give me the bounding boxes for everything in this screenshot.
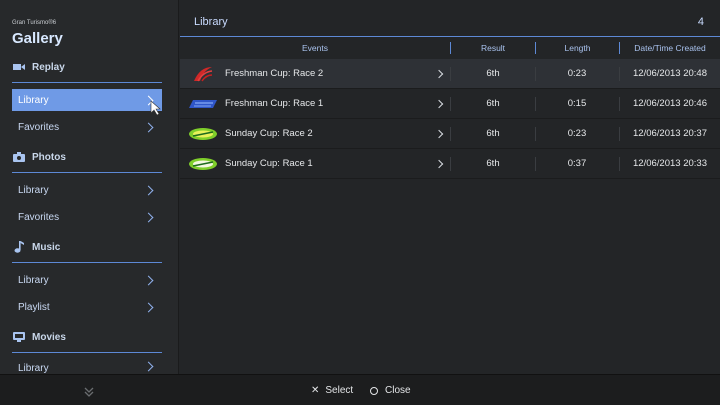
sidebar-item-photos-favorites[interactable]: Favorites bbox=[12, 206, 162, 228]
sidebar-item-label: Playlist bbox=[18, 301, 50, 313]
library-panel: Library 4 Events Result Length Date/Time… bbox=[180, 0, 720, 374]
event-name: Sunday Cup: Race 1 bbox=[225, 158, 313, 169]
scroll-down-icon[interactable] bbox=[84, 385, 94, 403]
section-label: Photos bbox=[32, 151, 66, 163]
divider bbox=[12, 82, 162, 83]
table-row[interactable]: Sunday Cup: Race 2 6th 0:23 12/06/2013 2… bbox=[180, 119, 720, 149]
replay-list: Freshman Cup: Race 2 6th 0:23 12/06/2013… bbox=[180, 59, 720, 179]
page-title: Gallery bbox=[12, 30, 63, 47]
sidebar-item-music-library[interactable]: Library bbox=[12, 269, 162, 291]
item-count: 4 bbox=[697, 16, 704, 28]
section-photos: Photos bbox=[12, 147, 66, 167]
chevron-right-icon bbox=[143, 361, 154, 372]
date-cell: 12/06/2013 20:48 bbox=[633, 68, 707, 79]
chevron-right-icon bbox=[143, 212, 154, 222]
circle-icon bbox=[370, 386, 378, 395]
divider bbox=[12, 172, 162, 173]
result-cell: 6th bbox=[486, 128, 500, 139]
column-header-date[interactable]: Date/Time Created bbox=[620, 38, 720, 58]
event-name: Sunday Cup: Race 2 bbox=[225, 128, 313, 139]
event-name: Freshman Cup: Race 1 bbox=[225, 98, 324, 109]
column-header-events[interactable]: Events bbox=[180, 38, 450, 58]
sidebar-item-music-playlist[interactable]: Playlist bbox=[12, 296, 162, 318]
length-cell: 0:23 bbox=[567, 68, 587, 79]
camera-icon bbox=[12, 151, 26, 163]
result-cell: 6th bbox=[486, 98, 500, 109]
sidebar-item-label: Library bbox=[18, 94, 49, 106]
section-replay: Replay bbox=[12, 57, 65, 77]
green-sunday-cup-logo bbox=[186, 149, 220, 178]
monitor-icon bbox=[12, 331, 26, 343]
row-chevron bbox=[434, 59, 448, 88]
date-cell: 12/06/2013 20:33 bbox=[633, 158, 707, 169]
sidebar: Gran Turismo®6 Gallery Replay Library Fa… bbox=[0, 0, 179, 374]
close-label: Close bbox=[385, 385, 411, 396]
footer-bar: ✕ Select Close bbox=[0, 374, 720, 405]
close-button[interactable]: Close bbox=[370, 385, 411, 396]
cross-icon: ✕ bbox=[311, 385, 320, 396]
sidebar-item-label: Favorites bbox=[18, 121, 60, 133]
date-cell: 12/06/2013 20:46 bbox=[633, 98, 707, 109]
sidebar-item-photos-library[interactable]: Library bbox=[12, 179, 162, 201]
length-cell: 0:23 bbox=[567, 128, 587, 139]
sidebar-item-replay-favorites[interactable]: Favorites bbox=[12, 116, 162, 138]
row-chevron bbox=[434, 89, 448, 118]
panel-header: Library 4 bbox=[180, 0, 720, 36]
result-cell: 6th bbox=[486, 68, 500, 79]
chevron-right-icon bbox=[434, 159, 444, 168]
sidebar-item-movies-library[interactable]: Library bbox=[12, 359, 162, 374]
red-wing-logo bbox=[186, 59, 220, 88]
chevron-right-icon bbox=[434, 69, 444, 78]
divider bbox=[180, 36, 720, 37]
date-cell: 12/06/2013 20:37 bbox=[633, 128, 707, 139]
section-label: Replay bbox=[32, 61, 65, 73]
select-label: Select bbox=[325, 385, 354, 396]
length-cell: 0:37 bbox=[567, 158, 587, 169]
select-button[interactable]: ✕ Select bbox=[311, 385, 353, 396]
app-subtitle: Gran Turismo®6 bbox=[12, 20, 57, 26]
sidebar-item-label: Favorites bbox=[18, 211, 60, 223]
section-label: Movies bbox=[32, 331, 66, 343]
sidebar-item-label: Library bbox=[18, 363, 49, 374]
table-row[interactable]: Freshman Cup: Race 2 6th 0:23 12/06/2013… bbox=[180, 59, 720, 89]
row-chevron bbox=[434, 119, 448, 148]
green-sunday-cup-logo bbox=[186, 119, 220, 148]
column-header-length[interactable]: Length bbox=[536, 38, 619, 58]
sidebar-item-replay-library[interactable]: Library bbox=[12, 89, 162, 111]
chevron-right-icon bbox=[434, 99, 444, 108]
chevron-right-icon bbox=[434, 129, 444, 138]
chevron-right-icon bbox=[143, 122, 154, 132]
length-cell: 0:15 bbox=[567, 98, 587, 109]
sidebar-item-label: Library bbox=[18, 184, 49, 196]
column-header-result[interactable]: Result bbox=[451, 38, 535, 58]
divider bbox=[12, 352, 162, 353]
chevron-right-icon bbox=[143, 302, 154, 312]
section-movies: Movies bbox=[12, 327, 66, 347]
panel-title: Library bbox=[194, 16, 228, 28]
result-cell: 6th bbox=[486, 158, 500, 169]
music-note-icon bbox=[12, 241, 26, 253]
chevron-right-icon bbox=[143, 275, 154, 285]
sidebar-item-label: Library bbox=[18, 274, 49, 286]
row-chevron bbox=[434, 149, 448, 178]
divider bbox=[12, 262, 162, 263]
chevron-right-icon bbox=[143, 185, 154, 195]
video-camera-icon bbox=[12, 61, 26, 73]
blue-racing-logo bbox=[186, 89, 220, 118]
section-label: Music bbox=[32, 241, 61, 253]
section-music: Music bbox=[12, 237, 60, 257]
event-name: Freshman Cup: Race 2 bbox=[225, 68, 324, 79]
table-row[interactable]: Freshman Cup: Race 1 6th 0:15 12/06/2013… bbox=[180, 89, 720, 119]
table-row[interactable]: Sunday Cup: Race 1 6th 0:37 12/06/2013 2… bbox=[180, 149, 720, 179]
